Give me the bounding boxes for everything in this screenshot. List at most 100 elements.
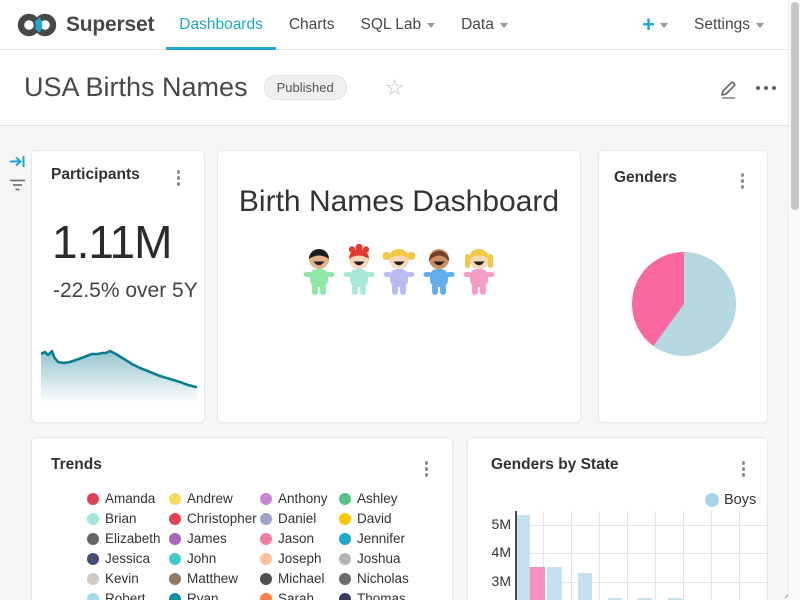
- legend-item-james[interactable]: James: [169, 531, 227, 546]
- legend-item-christopher[interactable]: Christopher: [169, 511, 257, 526]
- legend-dot: [705, 493, 719, 507]
- legend-label: Jason: [278, 531, 314, 546]
- genders-pie-chart[interactable]: [632, 252, 736, 356]
- legend-item-michael[interactable]: Michael: [260, 571, 325, 586]
- legend-dot: [87, 513, 99, 525]
- kebab-menu-icon[interactable]: [423, 459, 431, 479]
- legend-label: Brian: [105, 511, 137, 526]
- more-actions-icon[interactable]: [756, 86, 776, 90]
- top-navbar: Superset Dashboards Charts SQL Lab Data + S…: [0, 0, 800, 50]
- card-markdown: Birth Names Dashboard: [217, 150, 581, 423]
- gridline: [515, 553, 767, 554]
- nav-item-label: SQL Lab: [361, 16, 422, 34]
- legend-label: Andrew: [187, 491, 233, 506]
- legend-dot: [339, 553, 351, 565]
- brand-name: Superset: [66, 13, 154, 37]
- legend-dot: [169, 513, 181, 525]
- legend-dot: [260, 513, 272, 525]
- nav-item-data[interactable]: Data: [448, 0, 521, 50]
- legend-label: Elizabeth: [105, 531, 161, 546]
- nav-item-charts[interactable]: Charts: [276, 0, 348, 50]
- legend-item-andrew[interactable]: Andrew: [169, 491, 233, 506]
- legend-item-thomas[interactable]: Thomas: [339, 591, 406, 600]
- bar-boys[interactable]: [547, 567, 562, 600]
- child-figure: [379, 243, 419, 301]
- gridline: [515, 525, 767, 526]
- child-figure: [299, 243, 339, 301]
- legend-label: Joseph: [278, 551, 322, 566]
- nav-item-dashboards[interactable]: Dashboards: [166, 0, 276, 50]
- legend-dot: [339, 593, 351, 600]
- legend-dot: [260, 573, 272, 585]
- chevron-down-icon: [500, 23, 508, 28]
- bar-boys[interactable]: [578, 573, 592, 600]
- legend-dot: [87, 493, 99, 505]
- scrollbar-thumb[interactable]: [791, 2, 799, 210]
- legend-item-boys[interactable]: Boys: [705, 492, 756, 508]
- page-scrollbar: [788, 0, 800, 600]
- legend-label: Michael: [278, 571, 325, 586]
- big-number-value: 1.11M: [52, 215, 171, 269]
- trendline-sparkline: [41, 341, 197, 401]
- chart-title: Genders: [614, 169, 677, 187]
- legend-dot: [260, 533, 272, 545]
- legend-item-matthew[interactable]: Matthew: [169, 571, 238, 586]
- legend-label: Kevin: [105, 571, 139, 586]
- legend-label: Thomas: [357, 591, 406, 600]
- legend-item-joshua[interactable]: Joshua: [339, 551, 401, 566]
- chart-title: Participants: [51, 166, 140, 184]
- legend-label: Jennifer: [357, 531, 405, 546]
- legend-item-nicholas[interactable]: Nicholas: [339, 571, 409, 586]
- kebab-menu-icon[interactable]: [740, 459, 748, 479]
- kebab-menu-icon[interactable]: [739, 171, 747, 191]
- chart-title: Genders by State: [491, 456, 619, 474]
- legend-item-john[interactable]: John: [169, 551, 216, 566]
- legend-label: Jessica: [105, 551, 150, 566]
- legend-dot: [169, 553, 181, 565]
- legend-item-joseph[interactable]: Joseph: [260, 551, 322, 566]
- kebab-menu-icon[interactable]: [175, 168, 183, 188]
- legend-item-jason[interactable]: Jason: [260, 531, 314, 546]
- new-item-button[interactable]: +: [642, 14, 668, 36]
- legend-label: John: [187, 551, 216, 566]
- nav-item-sql-lab[interactable]: SQL Lab: [348, 0, 449, 50]
- bar-boys[interactable]: [515, 515, 530, 600]
- published-badge[interactable]: Published: [264, 75, 347, 100]
- settings-menu[interactable]: Settings: [694, 16, 764, 34]
- chevron-down-icon: [756, 23, 764, 28]
- legend-item-brian[interactable]: Brian: [87, 511, 137, 526]
- legend-item-robert[interactable]: Robert: [87, 591, 146, 600]
- legend-item-elizabeth[interactable]: Elizabeth: [87, 531, 161, 546]
- legend-dot: [87, 593, 99, 600]
- legend-item-amanda[interactable]: Amanda: [87, 491, 155, 506]
- y-axis-line: [515, 511, 517, 600]
- legend-item-david[interactable]: David: [339, 511, 392, 526]
- legend-item-jennifer[interactable]: Jennifer: [339, 531, 405, 546]
- expand-filter-bar-icon[interactable]: [9, 153, 26, 170]
- children-illustration: [218, 243, 580, 301]
- legend-label: Robert: [105, 591, 146, 600]
- legend-dot: [169, 593, 181, 600]
- filter-list-icon[interactable]: [9, 178, 26, 192]
- plus-icon: +: [642, 14, 655, 36]
- legend-item-kevin[interactable]: Kevin: [87, 571, 139, 586]
- nav-item-label: Data: [461, 16, 494, 34]
- bar-girls[interactable]: [530, 567, 545, 600]
- legend-label: James: [187, 531, 227, 546]
- legend-item-ashley[interactable]: Ashley: [339, 491, 398, 506]
- legend-item-daniel[interactable]: Daniel: [260, 511, 316, 526]
- dashboard-header: USA Births Names Published ☆: [0, 50, 800, 126]
- nav-item-label: Dashboards: [179, 16, 263, 34]
- legend-label: Sarah: [278, 591, 314, 600]
- legend-label: Ashley: [357, 491, 398, 506]
- legend-item-jessica[interactable]: Jessica: [87, 551, 150, 566]
- favorite-star-icon[interactable]: ☆: [385, 77, 405, 99]
- chevron-down-icon: [660, 23, 668, 28]
- legend-item-anthony[interactable]: Anthony: [260, 491, 328, 506]
- y-tick-label: 3M: [468, 573, 511, 589]
- legend-item-sarah[interactable]: Sarah: [260, 591, 314, 600]
- legend-item-ryan[interactable]: Ryan: [169, 591, 219, 600]
- superset-logo[interactable]: Superset: [16, 11, 154, 39]
- edit-pencil-icon[interactable]: [718, 77, 740, 99]
- dashboard-grid: Participants 1.11M -22.5% over 5Y Birth …: [0, 126, 800, 600]
